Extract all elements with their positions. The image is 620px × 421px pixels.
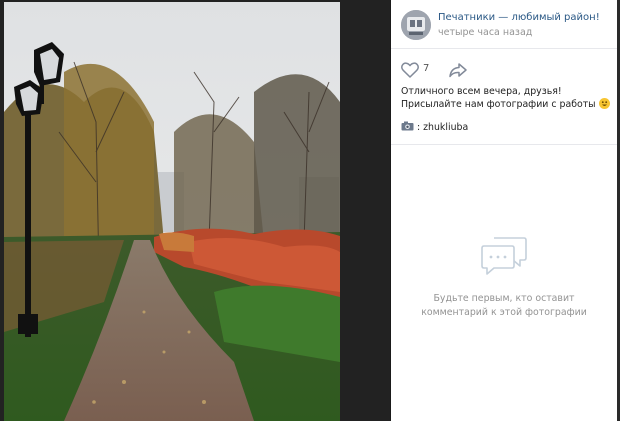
caption-text: Отличного всем вечера, друзья! Присылайт… — [401, 86, 596, 110]
group-avatar[interactable] — [401, 10, 431, 40]
comments-divider — [391, 144, 617, 145]
photo-author: : zhukliuba — [401, 121, 468, 133]
smiling-emoji-icon — [598, 98, 610, 109]
post-actions: 7 — [391, 48, 617, 78]
post-sidebar: Печатники — любимый район! четыре часа н… — [391, 0, 617, 421]
speech-bubble-icon — [481, 237, 527, 275]
no-comments-line-1: Будьте первым, кто оставит — [433, 293, 575, 304]
no-comments-message: Будьте первым, кто оставит комментарий к… — [391, 292, 617, 319]
post-timestamp[interactable]: четыре часа назад — [438, 27, 532, 38]
post-caption: Отличного всем вечера, друзья! Присылайт… — [401, 85, 615, 111]
group-name-link[interactable]: Печатники — любимый район! — [438, 12, 600, 23]
like-count: 7 — [423, 63, 430, 74]
share-arrow-icon[interactable] — [448, 62, 468, 78]
camera-icon — [401, 121, 414, 131]
no-comments-line-2: комментарий к этой фотографии — [421, 306, 587, 318]
author-name[interactable]: : zhukliuba — [417, 122, 468, 133]
park-photo[interactable] — [4, 2, 340, 421]
heart-icon[interactable] — [401, 62, 419, 78]
photo-viewer — [0, 0, 390, 421]
post-header: Печатники — любимый район! четыре часа н… — [391, 0, 617, 49]
